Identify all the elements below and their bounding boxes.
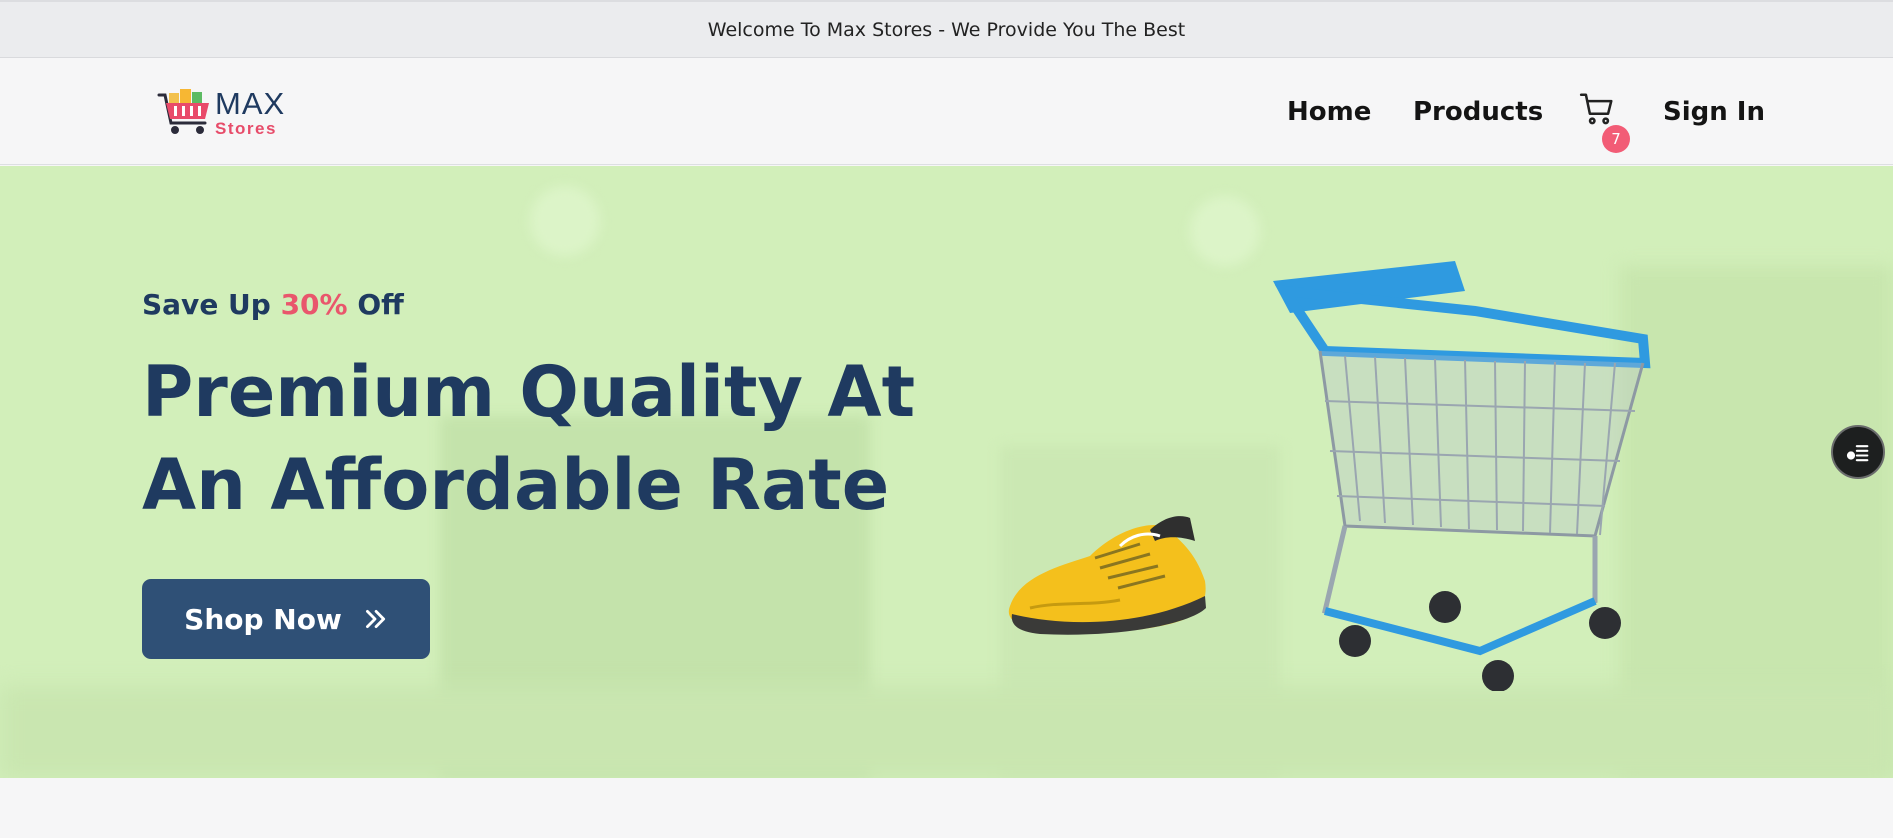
hero-subtitle: Save Up 30% Off bbox=[142, 288, 404, 321]
hero-title: Premium Quality At An Affordable Rate bbox=[142, 351, 916, 526]
shop-now-label: Shop Now bbox=[184, 602, 342, 636]
nav-sign-in[interactable]: Sign In bbox=[1663, 58, 1765, 165]
shopping-cart-logo-icon bbox=[157, 89, 209, 134]
side-menu-button[interactable] bbox=[1831, 425, 1885, 479]
nav-home[interactable]: Home bbox=[1287, 58, 1371, 165]
background-light bbox=[530, 186, 600, 256]
background-light bbox=[1190, 196, 1260, 266]
discount-percent: 30% bbox=[280, 288, 348, 321]
shopping-trolley-image bbox=[1273, 261, 1651, 691]
subtitle-post: Off bbox=[347, 288, 404, 321]
list-menu-icon bbox=[1846, 445, 1869, 462]
background-floor bbox=[0, 686, 1893, 778]
subtitle-pre: Save Up bbox=[142, 288, 281, 321]
shop-now-button[interactable]: Shop Now bbox=[142, 579, 430, 659]
hero-banner: Save Up 30% Off Premium Quality At An Af… bbox=[0, 166, 1893, 778]
sneaker-image bbox=[1008, 516, 1206, 635]
logo[interactable]: MAX Stores bbox=[155, 82, 295, 142]
cart-button[interactable] bbox=[1578, 90, 1618, 130]
logo-tagline: Stores bbox=[215, 118, 277, 138]
cart-count-badge: 7 bbox=[1602, 125, 1630, 153]
nav-products[interactable]: Products bbox=[1413, 58, 1543, 165]
page-body bbox=[0, 778, 1893, 838]
site-header: MAX Stores Home Products 7 Sign In bbox=[0, 58, 1893, 165]
cart-icon bbox=[1579, 93, 1613, 125]
logo-brand: MAX bbox=[215, 85, 286, 121]
double-chevron-right-icon bbox=[365, 610, 385, 628]
announcement-text: Welcome To Max Stores - We Provide You T… bbox=[707, 18, 1186, 41]
announcement-bar: Welcome To Max Stores - We Provide You T… bbox=[0, 0, 1893, 58]
